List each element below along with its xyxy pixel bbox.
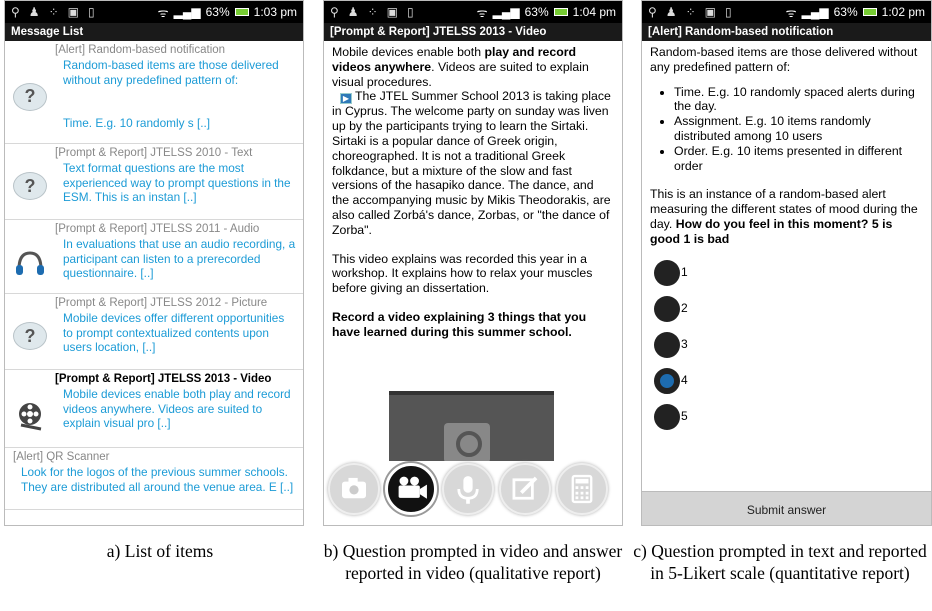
status-bar: ⚲ ♟ ⁘ ▣ ▯ ᯤ ▂▄▆ 63% 1:02 pm <box>642 1 931 23</box>
likert-option[interactable]: 4 <box>650 363 923 399</box>
list-item-title: [Prompt & Report] JTELSS 2012 - Picture <box>55 297 268 309</box>
headphones-icon <box>13 247 47 281</box>
title-bar: Message List <box>5 23 303 41</box>
status-bar: ⚲ ♟ ⁘ ▣ ▯ ᯤ ▂▄▆ 63% 1:04 pm <box>324 1 622 23</box>
battery-icon <box>234 8 249 16</box>
bullet-item: Assignment. E.g. 10 items randomly distr… <box>674 114 923 144</box>
battery-icon <box>862 8 877 16</box>
list-item-preview: Mobile devices enable both play and reco… <box>63 387 291 430</box>
list-item[interactable]: [Prompt & Report] JTELSS 2011 - Audio In … <box>5 220 303 294</box>
signal-icon: ▂▄▆ <box>492 5 520 19</box>
embedded-video-paragraph: ▶ The JTEL Summer School 2013 is taking p… <box>332 89 611 134</box>
list-item-preview: Look for the logos of the previous summe… <box>21 465 294 494</box>
sirtaki-paragraph: Sirtaki is a popular dance of Greek orig… <box>332 133 611 237</box>
question-icon: ? <box>13 82 47 117</box>
list-item-title: [Prompt & Report] JTELSS 2013 - Video <box>55 373 272 385</box>
likert-option-label: 5 <box>681 409 688 424</box>
list-item-title: [Alert] Random-based notification <box>55 44 226 56</box>
likert-scale: 1 2 3 4 5 <box>650 255 923 435</box>
question-icon: ? <box>13 322 47 356</box>
radio-button[interactable] <box>654 367 680 394</box>
wifi-icon: ᯤ <box>785 5 797 20</box>
radio-button[interactable] <box>654 295 680 322</box>
message-body: Random-based items are those delivered w… <box>642 41 931 439</box>
radio-button[interactable] <box>654 331 680 358</box>
battery-percent: 63% <box>205 5 230 19</box>
status-bar: ⚲ ♟ ⁘ ▣ ▯ ᯤ ▂▄▆ 63% 1:03 pm <box>5 1 303 23</box>
battery-percent: 63% <box>833 5 858 19</box>
video-thumbnail-icon[interactable]: ▶ <box>340 93 352 105</box>
signal-icon: ▂▄▆ <box>173 5 201 19</box>
video-camera-icon[interactable] <box>385 463 437 515</box>
likert-option-label: 2 <box>681 301 688 316</box>
microphone-icon[interactable] <box>442 463 494 515</box>
caption-b: b) Question prompted in video and answer… <box>323 541 623 583</box>
list-item-title: [Prompt & Report] JTELSS 2011 - Audio <box>55 223 260 235</box>
radio-button[interactable] <box>654 403 680 430</box>
phone-screen-video-prompt: ⚲ ♟ ⁘ ▣ ▯ ᯤ ▂▄▆ 63% 1:04 pm [Prompt & Report] J… <box>323 0 623 526</box>
task-prompt: Record a video explaining 3 things that … <box>332 309 587 339</box>
list-item[interactable]: ? [Prompt & Report] JTELSS 2010 - Text Tex… <box>5 144 303 220</box>
list-item[interactable]: [Prompt & Report] JTELSS 2013 - Video Mob… <box>5 370 303 448</box>
caption-a: a) List of items <box>106 541 214 561</box>
clock: 1:04 pm <box>572 5 616 19</box>
bullet-list: Time. E.g. 10 randomly spaced alerts dur… <box>674 85 923 174</box>
edit-icon[interactable] <box>499 463 551 515</box>
clock: 1:03 pm <box>253 5 297 19</box>
intro-paragraph: Mobile devices enable both play and reco… <box>332 45 589 89</box>
list-item-title: [Prompt & Report] JTELSS 2010 - Text <box>55 147 253 159</box>
battery-percent: 63% <box>524 5 549 19</box>
likert-option[interactable]: 5 <box>650 399 923 435</box>
question-icon: ? <box>13 172 47 206</box>
likert-option[interactable]: 3 <box>650 327 923 363</box>
video-capture-area[interactable] <box>389 391 554 461</box>
likert-option[interactable]: 1 <box>650 255 923 291</box>
film-reel-icon <box>13 399 47 433</box>
signal-icon: ▂▄▆ <box>801 5 829 19</box>
radio-button[interactable] <box>654 259 680 286</box>
title-bar: [Prompt & Report] JTELSS 2013 - Video <box>324 23 622 41</box>
bullet-item: Order. E.g. 10 items presented in differ… <box>674 144 923 174</box>
list-item-title: [Alert] QR Scanner <box>13 451 110 463</box>
list-item[interactable]: ? [Prompt & Report] JTELSS 2012 - Picture… <box>5 294 303 370</box>
notification-icons: ⚲ ♟ ⁘ ▣ ▯ <box>11 5 95 19</box>
list-item[interactable]: ? [Alert] Random-based notification Random… <box>5 41 303 144</box>
list-item-preview: Text format questions are the most exper… <box>63 161 291 204</box>
phone-screen-message-list: ⚲ ♟ ⁘ ▣ ▯ ᯤ ▂▄▆ 63% 1:03 pm Message List ? [Aler… <box>4 0 304 526</box>
camera-placeholder-icon <box>444 423 490 461</box>
clock: 1:02 pm <box>881 5 925 19</box>
title-bar: [Alert] Random-based notification <box>642 23 931 41</box>
list-item-preview: Random-based items are those delivered w… <box>63 58 279 130</box>
bullet-item: Time. E.g. 10 randomly spaced alerts dur… <box>674 85 923 115</box>
list-item-preview: In evaluations that use an audio recordi… <box>63 237 296 280</box>
message-list: ? [Alert] Random-based notification Random… <box>5 41 303 510</box>
notification-icons: ⚲ ♟ ⁘ ▣ ▯ <box>330 5 414 19</box>
likert-option-label: 3 <box>681 337 688 352</box>
phone-screen-likert-prompt: ⚲ ♟ ⁘ ▣ ▯ ᯤ ▂▄▆ 63% 1:02 pm [Alert] Random-base… <box>641 0 932 526</box>
video-explanation-paragraph: This video explains was recorded this ye… <box>332 251 593 296</box>
likert-option-label: 4 <box>681 373 688 388</box>
list-item-preview: Mobile devices offer different opportuni… <box>63 311 285 354</box>
caption-c: c) Question prompted in text and reporte… <box>633 541 927 583</box>
camera-icon[interactable] <box>328 463 380 515</box>
wifi-icon: ᯤ <box>157 5 169 20</box>
intro-paragraph: Random-based items are those delivered w… <box>650 45 918 74</box>
message-body: Mobile devices enable both play and reco… <box>324 41 622 344</box>
report-toolbar <box>324 463 622 523</box>
likert-option[interactable]: 2 <box>650 291 923 327</box>
question-text: This is an instance of a random-based al… <box>650 187 918 246</box>
battery-icon <box>553 8 568 16</box>
notification-icons: ⚲ ♟ ⁘ ▣ ▯ <box>648 5 732 19</box>
wifi-icon: ᯤ <box>476 5 488 20</box>
list-item[interactable]: [Alert] QR Scanner Look for the logos of … <box>5 448 303 510</box>
calculator-icon[interactable] <box>556 463 608 515</box>
likert-option-label: 1 <box>681 265 688 280</box>
submit-answer-button[interactable]: Submit answer <box>642 491 931 525</box>
